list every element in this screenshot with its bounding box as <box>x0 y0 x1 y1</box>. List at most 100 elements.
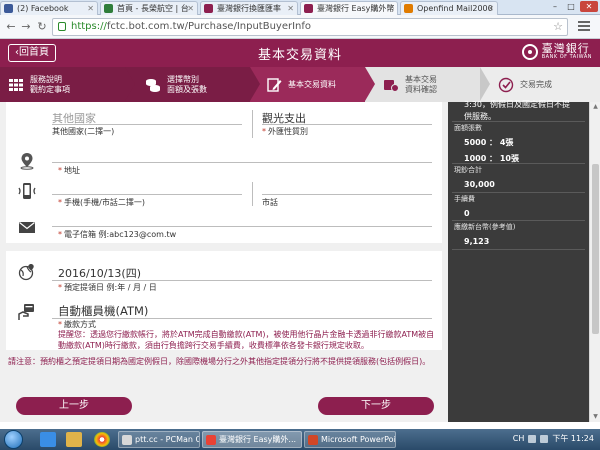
step-chevron <box>365 67 375 101</box>
tab-close-icon[interactable]: ✕ <box>187 2 194 15</box>
required-mark: * <box>58 283 62 292</box>
divider <box>452 192 585 193</box>
field-underline <box>52 124 242 125</box>
step-currency-select: 選擇幣別 面額及張數 <box>125 67 250 102</box>
mobile-input[interactable] <box>52 194 242 195</box>
edit-document-icon <box>267 77 282 92</box>
order-summary-panel: 3:30，例假日及國定假日不提 供服務。 面額張數 5000 ： 4張 1000… <box>448 100 589 422</box>
lock-icon <box>58 22 66 31</box>
browser-tab-bot-easy[interactable]: 臺灣銀行 Easy購外幣 ✕ <box>300 1 398 15</box>
divider <box>452 220 585 221</box>
browser-tab-bar: (2) Facebook ✕ 首頁 - 長榮航空 | 台 ✕ 臺灣銀行換匯匯率 … <box>0 0 600 15</box>
twd-label: 應繳新台幣(參考值) <box>454 223 516 231</box>
pickup-date-field[interactable]: 2016/10/13(四) <box>58 265 141 281</box>
tab-label: (2) Facebook <box>17 4 69 13</box>
landline-label: 市話 <box>262 198 278 207</box>
next-step-button[interactable]: 下一步 <box>318 397 434 415</box>
window-close-icon[interactable]: ✕ <box>580 1 598 12</box>
form-area: 其他國家 其他國家(二擇一) 觀光支出 * 外匯性質別 * 地址 * 手機(手機/市話… <box>0 102 448 422</box>
bank-logo: 臺灣銀行 BANK OF TAIWAN <box>521 43 592 60</box>
browser-tab-openfind[interactable]: Openfind Mail2000 ✕ <box>400 1 498 15</box>
address-input[interactable] <box>52 162 432 163</box>
tab-close-icon[interactable]: ✕ <box>487 2 494 15</box>
step-line1: 服務說明 <box>30 74 62 84</box>
location-pin-icon <box>20 153 34 170</box>
tab-close-icon[interactable]: ✕ <box>87 2 94 15</box>
url-path: fctc.bot.com.tw/Purchase/InputBuyerInfo <box>106 21 312 32</box>
maximize-icon[interactable]: □ <box>564 1 578 12</box>
step-line1: 交易完成 <box>520 79 552 89</box>
field-underline <box>52 318 432 319</box>
tab-label: Openfind Mail2000 <box>417 4 493 13</box>
scroll-thumb[interactable] <box>592 164 599 334</box>
step-chevron <box>480 67 490 101</box>
clock[interactable]: 下午 11:24 <box>552 433 594 444</box>
step-service-terms: 服務說明 觀約定事項 <box>0 67 125 102</box>
step-chevron <box>250 67 260 101</box>
tab-label: 臺灣銀行換匯匯率 <box>217 4 281 13</box>
payment-notice: 提醒您：透過您行繳款帳行，將於ATM完成自動繳款(ATM)，被使用他行晶片金融卡… <box>58 330 435 350</box>
landline-input[interactable] <box>262 194 432 195</box>
window-controls: – □ ✕ <box>548 1 598 12</box>
divider <box>452 249 585 250</box>
pickup-info-card: 2016/10/13(四) * 預定提領日 例:年 / 月 / 日 自動櫃員機(A… <box>6 251 442 350</box>
denomination-label: 面額張數 <box>454 124 482 132</box>
volume-icon[interactable] <box>540 434 549 443</box>
step-chevron <box>125 67 135 101</box>
subtotal-value: 30,000 <box>464 180 495 189</box>
start-button-icon[interactable] <box>4 430 23 449</box>
email-input[interactable] <box>52 226 432 227</box>
back-arrow-icon[interactable]: ← <box>4 20 18 34</box>
browser-tab-evaair[interactable]: 首頁 - 長榮航空 | 台 ✕ <box>100 1 198 15</box>
browser-tab-bot-rates[interactable]: 臺灣銀行換匯匯率 ✕ <box>200 1 298 15</box>
step-line1: 基本交易 <box>405 74 437 84</box>
previous-step-button[interactable]: 上一步 <box>16 397 132 415</box>
payment-hand-icon <box>18 304 34 320</box>
bank-name-en: BANK OF TAIWAN <box>541 54 592 60</box>
tab-label: 首頁 - 長榮航空 | 台 <box>117 4 189 13</box>
fee-label: 手續費 <box>454 195 475 203</box>
step-line2: 資料確認 <box>405 84 437 94</box>
divider <box>452 163 585 164</box>
scroll-up-icon[interactable]: ▲ <box>590 102 600 112</box>
scroll-down-icon[interactable]: ▼ <box>590 412 600 422</box>
input-language[interactable]: CH <box>513 434 525 443</box>
taskbar-pcman[interactable]: ptt.cc - PCMan Co... <box>118 431 200 448</box>
url-bar[interactable]: https://fctc.bot.com.tw/Purchase/InputBu… <box>52 18 568 36</box>
network-icon[interactable] <box>528 434 537 443</box>
globe-pin-icon <box>18 264 34 281</box>
step-line1: 基本交易資料 <box>288 79 336 89</box>
bookmark-star-icon[interactable]: ☆ <box>553 19 563 35</box>
required-mark: * <box>58 198 62 207</box>
browser-menu-icon[interactable] <box>578 21 590 31</box>
taskbar-powerpoint[interactable]: Microsoft PowerPoi... <box>304 431 396 448</box>
tab-close-icon[interactable]: ✕ <box>387 2 394 15</box>
pay-method-select[interactable]: 自動櫃員機(ATM) <box>58 303 148 319</box>
field-separator <box>252 182 253 206</box>
minimize-icon[interactable]: – <box>548 1 562 12</box>
tab-close-icon[interactable]: ✕ <box>287 2 294 15</box>
windows-taskbar: ptt.cc - PCMan Co... 臺灣銀行 Easy購外... Micr… <box>0 429 600 450</box>
taskbar-chrome-bot[interactable]: 臺灣銀行 Easy購外... <box>202 431 302 448</box>
required-mark: * <box>58 320 62 329</box>
tab-label: 臺灣銀行 Easy購外幣 <box>317 4 395 13</box>
step-confirm: 基本交易 資料確認 <box>365 67 480 102</box>
page-scrollbar[interactable]: ▲ ▼ <box>589 102 600 422</box>
forward-arrow-icon[interactable]: → <box>19 20 33 34</box>
system-tray: CH 下午 11:24 <box>513 433 594 444</box>
phone-icon <box>18 183 36 199</box>
reload-icon[interactable]: ↻ <box>35 20 49 34</box>
folder-icon[interactable] <box>66 432 82 447</box>
pay-method-label: 繳款方式 <box>64 320 96 329</box>
ie-icon[interactable] <box>40 432 56 447</box>
mail-favicon-icon <box>404 4 413 13</box>
contact-info-card: 其他國家 其他國家(二擇一) 觀光支出 * 外匯性質別 * 地址 * 手機(手機/市話… <box>6 102 442 243</box>
browser-tab-facebook[interactable]: (2) Facebook ✕ <box>0 1 98 15</box>
chrome-icon[interactable] <box>94 432 110 447</box>
evaair-favicon-icon <box>104 4 113 13</box>
required-mark: * <box>58 166 62 175</box>
step-line1: 選擇幣別 <box>167 74 199 84</box>
subtotal-label: 現鈔合計 <box>454 166 482 174</box>
chrome-small-icon <box>206 435 216 445</box>
pickup-date-label: 預定提領日 例:年 / 月 / 日 <box>64 283 157 292</box>
